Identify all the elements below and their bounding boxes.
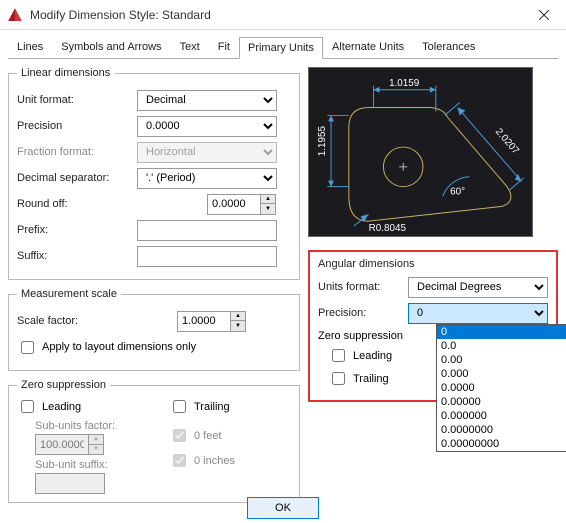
angular-leading-checkbox[interactable]: Leading	[328, 346, 392, 365]
tab-tolerances[interactable]: Tolerances	[413, 36, 484, 58]
linear-dimensions-group: Linear dimensions Unit format: Decimal P…	[8, 67, 300, 280]
sub-unit-suffix-input	[35, 473, 105, 494]
angular-precision-option[interactable]: 0.0	[437, 339, 566, 353]
fraction-format-label: Fraction format:	[17, 146, 137, 158]
sub-units-factor-spinner: ▲ ▼	[35, 434, 104, 455]
zero-suppression-group: Zero suppression Leading Sub-units facto…	[8, 379, 300, 503]
preview-dim-top: 1.0159	[389, 78, 420, 89]
sub-units-factor-input	[36, 435, 88, 454]
app-logo-icon	[6, 6, 24, 24]
scale-factor-label: Scale factor:	[17, 315, 177, 327]
angular-dimensions-header: Angular dimensions	[318, 258, 548, 270]
angular-precision-option[interactable]: 0.000	[437, 367, 566, 381]
round-off-up[interactable]: ▲	[261, 195, 275, 205]
sub-unit-suffix-label: Sub-unit suffix:	[35, 459, 139, 471]
measurement-scale-legend: Measurement scale	[17, 288, 121, 300]
preview-dim-angle: 60°	[450, 186, 465, 197]
scale-factor-spinner[interactable]: ▲ ▼	[177, 311, 246, 332]
angular-precision-select[interactable]: 0	[408, 303, 548, 324]
round-off-spinner[interactable]: ▲ ▼	[207, 194, 276, 215]
angular-trailing-checkbox[interactable]: Trailing	[328, 369, 389, 388]
trailing-checkbox[interactable]: Trailing	[169, 397, 230, 416]
angular-dimensions-group: Angular dimensions Units format: Decimal…	[308, 250, 558, 402]
angular-precision-option[interactable]: 0	[437, 325, 566, 339]
close-button[interactable]	[521, 0, 566, 30]
scale-factor-down[interactable]: ▼	[231, 321, 245, 331]
round-off-down[interactable]: ▼	[261, 204, 275, 214]
sub-units-down: ▼	[89, 445, 103, 455]
scale-factor-up[interactable]: ▲	[231, 312, 245, 322]
scale-factor-input[interactable]	[178, 312, 230, 331]
dialog-buttons: OK	[0, 497, 566, 519]
preview-dim-radius: R0.8045	[369, 223, 407, 234]
close-icon	[539, 10, 549, 20]
suffix-label: Suffix:	[17, 250, 137, 262]
zero-suppression-legend: Zero suppression	[17, 379, 110, 391]
unit-format-label: Unit format:	[17, 94, 137, 106]
angular-precision-option[interactable]: 0.00000000	[437, 437, 566, 451]
sub-units-factor-label: Sub-units factor:	[35, 420, 115, 432]
angular-precision-option[interactable]: 0.000000	[437, 409, 566, 423]
round-off-label: Round off:	[17, 198, 137, 210]
zero-inches-checkbox: 0 inches	[169, 451, 235, 470]
apply-layout-label: Apply to layout dimensions only	[42, 341, 196, 353]
round-off-input[interactable]	[208, 195, 260, 214]
linear-precision-select[interactable]: 0.0000	[137, 116, 277, 137]
tab-alternate-units[interactable]: Alternate Units	[323, 36, 413, 58]
sub-units-up: ▲	[89, 435, 103, 445]
leading-checkbox[interactable]: Leading	[17, 397, 81, 416]
suffix-input[interactable]	[137, 246, 277, 267]
ok-button[interactable]: OK	[247, 497, 319, 519]
angular-precision-option[interactable]: 0.00000	[437, 395, 566, 409]
prefix-input[interactable]	[137, 220, 277, 241]
decimal-separator-label: Decimal separator:	[17, 172, 137, 184]
apply-layout-checkbox[interactable]: Apply to layout dimensions only	[17, 338, 196, 357]
prefix-label: Prefix:	[17, 224, 137, 236]
fraction-format-select: Horizontal	[137, 142, 277, 163]
tab-text[interactable]: Text	[171, 36, 209, 58]
angular-precision-option[interactable]: 0.00	[437, 353, 566, 367]
preview-dim-left: 1.1955	[317, 126, 328, 157]
tab-lines[interactable]: Lines	[8, 36, 52, 58]
apply-layout-checkbox-input[interactable]	[21, 341, 34, 354]
angular-precision-option[interactable]: 0.0000000	[437, 423, 566, 437]
tab-primary-units[interactable]: Primary Units	[239, 37, 323, 59]
linear-precision-label: Precision	[17, 120, 137, 132]
tab-fit[interactable]: Fit	[209, 36, 239, 58]
linear-dimensions-legend: Linear dimensions	[17, 67, 114, 79]
angular-precision-label: Precision:	[318, 307, 408, 319]
dimension-preview: 1.0159 1.1955 2.0207 60° R0.8045	[308, 67, 533, 237]
angular-units-format-select[interactable]: Decimal Degrees	[408, 277, 548, 298]
angular-precision-dropdown[interactable]: 00.00.000.0000.00000.000000.0000000.0000…	[436, 324, 566, 452]
unit-format-select[interactable]: Decimal	[137, 90, 277, 111]
titlebar: Modify Dimension Style: Standard	[0, 0, 566, 30]
tab-symbols-arrows[interactable]: Symbols and Arrows	[52, 36, 170, 58]
angular-units-format-label: Units format:	[318, 281, 408, 293]
decimal-separator-select[interactable]: '.' (Period)	[137, 168, 277, 189]
zero-feet-checkbox: 0 feet	[169, 426, 222, 445]
angular-precision-option[interactable]: 0.0000	[437, 381, 566, 395]
measurement-scale-group: Measurement scale Scale factor: ▲ ▼ Appl…	[8, 288, 300, 371]
window-title: Modify Dimension Style: Standard	[30, 8, 521, 22]
tab-strip: Lines Symbols and Arrows Text Fit Primar…	[0, 30, 566, 58]
